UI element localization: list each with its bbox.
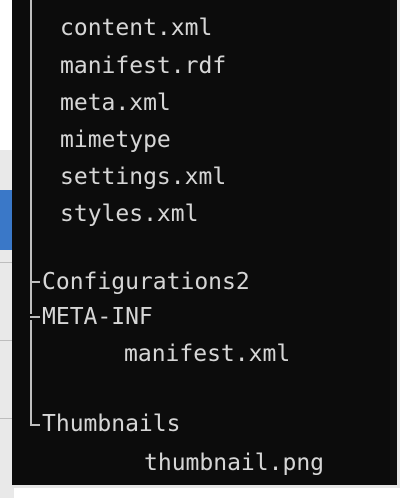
background-window-divider [0, 418, 12, 419]
tree-vertical-line [30, 0, 32, 278]
file-mimetype[interactable]: mimetype [60, 126, 171, 154]
screenshot-stage: content.xml manifest.rdf meta.xml mimety… [0, 0, 404, 498]
folder-configurations2[interactable]: Configurations2 [42, 268, 250, 296]
tree-vertical-line [30, 320, 32, 414]
file-thumbnail-png[interactable]: thumbnail.png [144, 449, 324, 477]
folder-meta-inf[interactable]: META-INF [42, 303, 153, 331]
file-content-xml[interactable]: content.xml [60, 14, 212, 42]
background-window-accent [0, 190, 12, 250]
file-settings-xml[interactable]: settings.xml [60, 163, 226, 191]
tree-branch-connector [30, 316, 40, 318]
file-manifest-rdf[interactable]: manifest.rdf [60, 52, 226, 80]
file-manifest-xml[interactable]: manifest.xml [124, 340, 290, 368]
tree-vertical-line [30, 290, 32, 302]
folder-thumbnails[interactable]: Thumbnails [42, 410, 180, 438]
tree-branch-connector [30, 424, 40, 426]
console-window: content.xml manifest.rdf meta.xml mimety… [12, 0, 400, 488]
tree-branch-connector [30, 302, 32, 314]
tree-branch-connector [30, 278, 32, 290]
file-styles-xml[interactable]: styles.xml [60, 200, 198, 228]
background-window-divider [0, 262, 12, 263]
background-window-divider [0, 340, 12, 341]
file-meta-xml[interactable]: meta.xml [60, 89, 171, 117]
